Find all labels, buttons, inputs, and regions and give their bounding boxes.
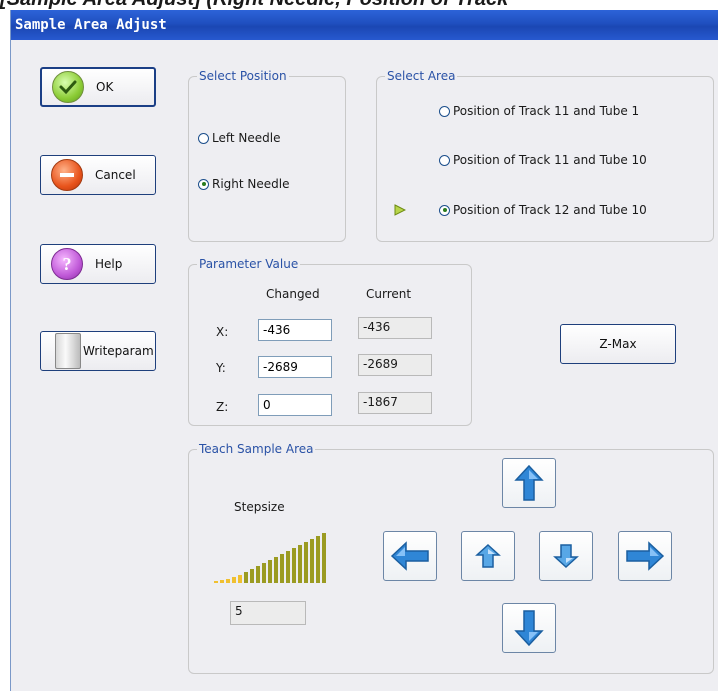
minus-icon <box>51 159 83 191</box>
z-max-label: Z-Max <box>599 337 637 351</box>
radio-button[interactable] <box>198 178 209 190</box>
radio-label: Position of Track 11 and Tube 1 <box>453 104 640 118</box>
parameter-value-title: Parameter Value <box>197 257 301 271</box>
radio-button[interactable] <box>439 204 450 216</box>
z-label: Z: <box>216 400 229 414</box>
teach-sample-area-title: Teach Sample Area <box>197 442 316 456</box>
move-up-button[interactable] <box>502 458 556 508</box>
y-changed-input[interactable] <box>258 356 332 378</box>
radio-track11-tube1[interactable]: Position of Track 11 and Tube 1 <box>439 104 639 118</box>
radio-label: Position of Track 11 and Tube 10 <box>453 153 647 167</box>
stepsize-value: 5 <box>230 601 306 625</box>
z-max-button[interactable]: Z-Max <box>560 324 676 364</box>
stepsize-label: Stepsize <box>234 500 285 514</box>
move-right-button[interactable] <box>618 531 672 581</box>
cancel-label: Cancel <box>95 168 136 182</box>
stepsize-indicator[interactable] <box>214 533 332 583</box>
y-label: Y: <box>216 361 226 375</box>
radio-label: Position of Track 12 and Tube 10 <box>453 203 647 217</box>
radio-track11-tube10[interactable]: Position of Track 11 and Tube 10 <box>439 153 647 167</box>
ok-label: OK <box>96 80 114 94</box>
stepsize-bars <box>214 533 326 583</box>
select-position-group: Select Position <box>188 69 346 242</box>
help-label: Help <box>95 257 123 271</box>
z-current-value: -1867 <box>358 392 432 414</box>
z-up-button[interactable] <box>461 531 515 581</box>
select-position-title: Select Position <box>197 69 289 83</box>
z-changed-input[interactable] <box>258 394 332 416</box>
radio-label: Right Needle <box>212 177 290 191</box>
arrow-right-icon <box>626 541 665 571</box>
question-icon: ? <box>51 248 83 280</box>
column-changed-header: Changed <box>266 287 320 301</box>
column-current-header: Current <box>366 287 412 301</box>
radio-right-needle[interactable]: Right Needle <box>198 177 290 191</box>
play-arrow-icon <box>394 204 406 216</box>
y-current-value: -2689 <box>358 354 432 376</box>
ok-button[interactable]: OK <box>40 67 156 107</box>
radio-label: Left Needle <box>212 131 281 145</box>
arrow-z-up-icon <box>475 543 501 568</box>
arrow-z-down-icon <box>553 544 579 569</box>
help-button[interactable]: ? Help <box>40 244 156 284</box>
check-icon <box>52 71 84 103</box>
arrow-down-icon <box>514 610 544 647</box>
z-down-button[interactable] <box>539 531 593 581</box>
radio-button[interactable] <box>439 105 450 117</box>
x-changed-input[interactable] <box>258 319 332 341</box>
radio-button[interactable] <box>198 132 209 144</box>
move-down-button[interactable] <box>502 603 556 653</box>
writeparam-button[interactable]: Writeparam <box>40 331 156 371</box>
radio-button[interactable] <box>439 154 450 166</box>
radio-track12-tube10[interactable]: Position of Track 12 and Tube 10 <box>439 203 647 217</box>
x-label: X: <box>216 325 229 339</box>
window-title: Sample Area Adjust <box>11 10 718 40</box>
cancel-button[interactable]: Cancel <box>40 155 156 195</box>
radio-left-needle[interactable]: Left Needle <box>198 131 280 145</box>
x-current-value: -436 <box>358 317 432 339</box>
move-left-button[interactable] <box>383 531 437 581</box>
arrow-left-icon <box>390 541 429 571</box>
document-icon <box>55 333 81 369</box>
writeparam-label: Writeparam <box>83 344 154 358</box>
arrow-up-icon <box>514 464 544 501</box>
select-area-title: Select Area <box>385 69 458 83</box>
